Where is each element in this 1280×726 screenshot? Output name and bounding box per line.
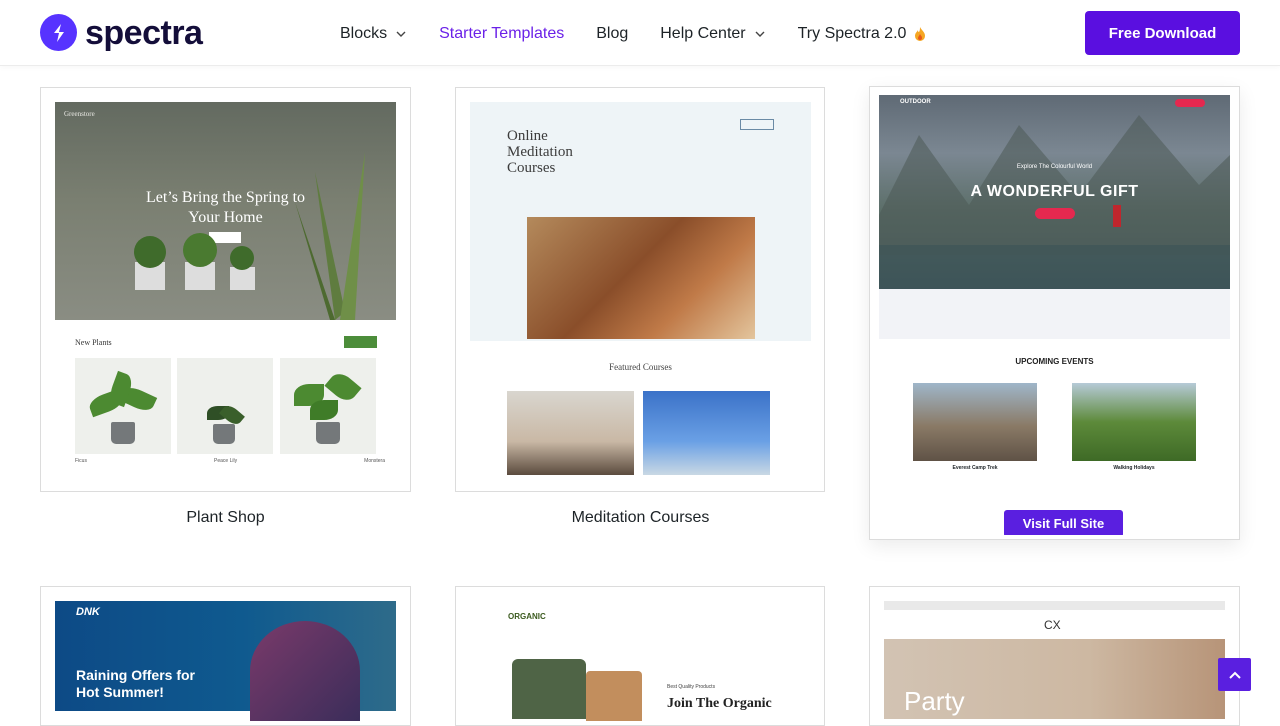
- preview-hero: ORGANIC Best Quality Products Join The O…: [470, 601, 811, 721]
- snake-plant-image: [295, 152, 365, 320]
- product-tile: [177, 358, 273, 454]
- chevron-down-icon: [396, 31, 406, 37]
- product-label: Ficus: [75, 458, 87, 464]
- template-card-organic[interactable]: ORGANIC Best Quality Products Join The O…: [455, 586, 825, 726]
- template-preview: CX Party: [884, 601, 1225, 721]
- nav-help-center-label: Help Center: [660, 25, 746, 42]
- card-title-plant-shop[interactable]: Plant Shop: [40, 509, 411, 527]
- brand-name: spectra: [85, 13, 203, 52]
- preview-event-title: Walking Holidays: [1113, 465, 1155, 471]
- chevron-up-icon: [1228, 671, 1241, 679]
- product-label: Peace Lily: [214, 458, 238, 464]
- free-download-button[interactable]: Free Download: [1085, 11, 1240, 55]
- preview-logo: DNK: [76, 606, 100, 618]
- preview-nav-button: [740, 119, 774, 130]
- preview-headline-line3: Courses: [507, 160, 556, 176]
- nav-blog[interactable]: Blog: [596, 25, 628, 43]
- preview-logo: CX: [1044, 618, 1061, 632]
- template-card-meditation[interactable]: Online Meditation Courses Featured Cours…: [455, 87, 825, 492]
- template-card-outdoor[interactable]: OUTDOOR Explore The Colourful World A WO…: [869, 86, 1240, 540]
- preview-headline-line1: Online: [507, 128, 548, 144]
- main-nav: Blocks Starter Templates Blog Help Cente…: [340, 25, 958, 43]
- preview-hero: CX Party: [884, 601, 1225, 719]
- spectra-logo-icon: [40, 14, 77, 51]
- preview-headline: A WONDERFUL GIFT: [970, 183, 1139, 200]
- preview-headline: Online Meditation Courses: [507, 128, 573, 176]
- preview-event-image: [913, 383, 1037, 461]
- scroll-to-top-button[interactable]: [1218, 658, 1251, 691]
- preview-product-bag: [586, 671, 642, 721]
- potted-plants-image: [134, 233, 255, 290]
- preview-logo: Greenstore: [64, 110, 95, 118]
- template-card-plant-shop[interactable]: Greenstore Let’s Bring the Spring to You…: [40, 87, 411, 492]
- template-preview: DNK Raining Offers for Hot Summer!: [55, 601, 396, 721]
- nav-blocks[interactable]: Blocks: [340, 25, 407, 43]
- template-card-dnk[interactable]: DNK Raining Offers for Hot Summer!: [40, 586, 411, 726]
- preview-section-title: New Plants: [75, 338, 112, 347]
- nav-help-center[interactable]: Help Center: [660, 25, 765, 43]
- nav-blog-label: Blog: [596, 25, 629, 42]
- preview-headline-line1: Raining Offers for: [76, 667, 196, 683]
- preview-event-image: [1072, 383, 1196, 461]
- preview-hero: Greenstore Let’s Bring the Spring to You…: [55, 102, 396, 320]
- preview-cta-button: [1035, 208, 1075, 219]
- preview-kicker: Best Quality Products: [667, 684, 716, 690]
- brand-logo[interactable]: spectra: [40, 13, 203, 52]
- preview-logo: ORGANIC: [508, 612, 546, 621]
- preview-hero: Online Meditation Courses: [470, 102, 811, 341]
- nav-starter-templates[interactable]: Starter Templates: [439, 25, 564, 43]
- product-label: Monstera: [364, 458, 385, 464]
- preview-portrait-image: [250, 621, 360, 721]
- product-labels: Ficus Peace Lily Monstera: [75, 458, 385, 464]
- preview-event-title: Everest Camp Trek: [952, 465, 998, 471]
- chevron-down-icon: [755, 31, 765, 37]
- preview-green-button: [344, 336, 377, 348]
- preview-headline: Raining Offers for Hot Summer!: [76, 667, 195, 701]
- preview-meditation-image: [527, 217, 755, 339]
- template-preview: Greenstore Let’s Bring the Spring to You…: [55, 102, 396, 479]
- product-tile: [280, 358, 376, 454]
- preview-kicker: Explore The Colourful World: [1016, 164, 1093, 170]
- preview-headline-line2: Hot Summer!: [76, 684, 164, 700]
- product-tile: [75, 358, 171, 454]
- template-card-party[interactable]: CX Party: [869, 586, 1240, 726]
- template-preview: OUTDOOR Explore The Colourful World A WO…: [879, 95, 1230, 535]
- preview-headline: Join The Organic: [667, 696, 772, 711]
- preview-headline-line2: Meditation: [507, 144, 573, 160]
- preview-course-image: [507, 391, 634, 475]
- preview-section-title: UPCOMING EVENTS: [1015, 357, 1094, 366]
- template-preview: Online Meditation Courses Featured Cours…: [470, 102, 811, 479]
- nav-try-spectra-label: Try Spectra 2.0: [797, 25, 907, 42]
- preview-topbar: [884, 601, 1225, 610]
- fire-icon: [915, 27, 926, 41]
- site-header: spectra Blocks Starter Templates Blog He…: [0, 0, 1280, 66]
- template-preview: ORGANIC Best Quality Products Join The O…: [470, 601, 811, 721]
- nav-starter-templates-label: Starter Templates: [439, 25, 565, 42]
- nav-blocks-label: Blocks: [340, 25, 388, 42]
- nav-try-spectra[interactable]: Try Spectra 2.0: [798, 25, 927, 43]
- visit-full-site-button[interactable]: Visit Full Site: [1004, 510, 1123, 535]
- preview-headline: Party: [904, 686, 965, 716]
- card-title-meditation[interactable]: Meditation Courses: [455, 509, 826, 527]
- preview-section-title: Featured Courses: [609, 362, 672, 372]
- preview-course-image: [643, 391, 770, 475]
- preview-hero: DNK Raining Offers for Hot Summer!: [55, 601, 396, 721]
- preview-testimonial: [879, 289, 1230, 339]
- preview-hero: OUTDOOR Explore The Colourful World A WO…: [879, 95, 1230, 289]
- preview-product-bag: [512, 659, 586, 719]
